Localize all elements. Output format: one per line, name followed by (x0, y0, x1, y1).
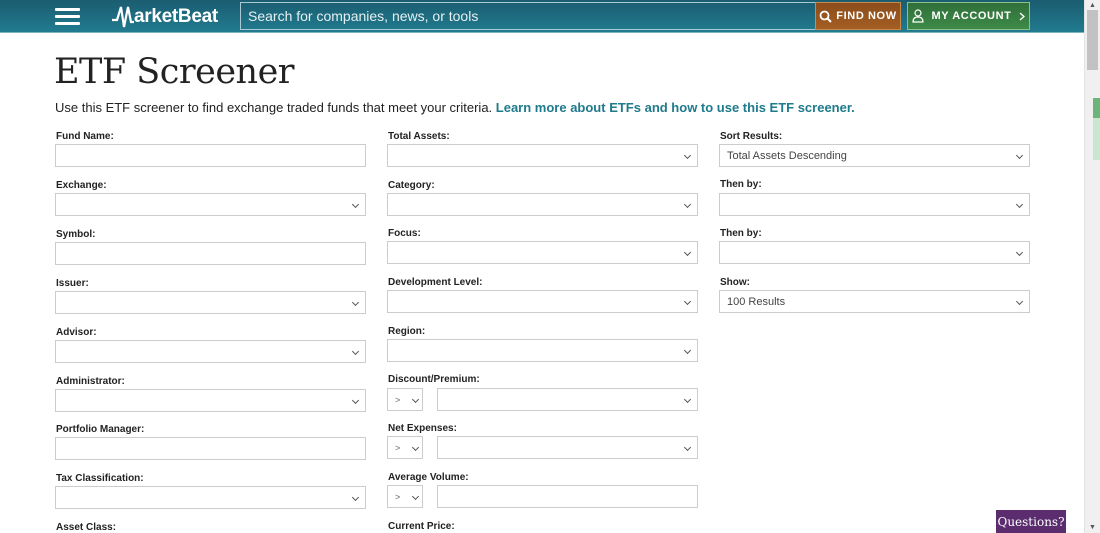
development-level-select[interactable] (387, 290, 698, 313)
exchange-label: Exchange: (56, 180, 107, 191)
focus-label: Focus: (388, 228, 421, 239)
then-by-select-2[interactable] (719, 241, 1030, 264)
advisor-label: Advisor: (56, 327, 97, 338)
net-expenses-value-select[interactable] (437, 436, 698, 459)
find-now-label: FIND NOW (836, 10, 897, 22)
issuer-label: Issuer: (56, 278, 89, 289)
average-volume-label: Average Volume: (388, 472, 469, 483)
search-icon (819, 10, 833, 23)
symbol-input[interactable] (55, 242, 366, 265)
average-volume-input[interactable] (437, 485, 698, 508)
scrollbar-thumb[interactable] (1087, 10, 1098, 70)
user-icon (911, 9, 924, 23)
region-select[interactable] (387, 339, 698, 362)
sort-results-select[interactable]: Total Assets Descending (719, 144, 1030, 167)
then-by-label-1: Then by: (720, 179, 762, 190)
total-assets-select[interactable] (387, 144, 698, 167)
page-scrollbar[interactable]: ▲ ▼ (1084, 0, 1100, 533)
show-label: Show: (720, 277, 750, 288)
show-results-select[interactable]: 100 Results (719, 290, 1030, 313)
side-feedback-tab-light[interactable] (1093, 118, 1100, 160)
side-feedback-tab[interactable] (1093, 98, 1100, 118)
symbol-label: Symbol: (56, 229, 96, 240)
pulse-m-icon (112, 6, 134, 27)
advisor-select[interactable] (55, 340, 366, 363)
tax-classification-label: Tax Classification: (56, 473, 144, 484)
scroll-down-arrow-icon[interactable]: ▼ (1089, 524, 1096, 531)
then-by-select-1[interactable] (719, 193, 1030, 216)
current-price-label: Current Price: (388, 521, 455, 532)
net-expenses-operator-select[interactable]: > (387, 436, 423, 459)
portfolio-manager-input[interactable] (55, 437, 366, 460)
find-now-button[interactable]: FIND NOW (815, 2, 901, 30)
focus-select[interactable] (387, 241, 698, 264)
intro-paragraph: Use this ETF screener to find exchange t… (55, 100, 855, 115)
category-select[interactable] (387, 193, 698, 216)
intro-text: Use this ETF screener to find exchange t… (55, 100, 496, 115)
search-input[interactable] (240, 2, 816, 30)
fund-name-label: Fund Name: (56, 131, 114, 142)
marketbeat-logo[interactable]: arketBeat (112, 4, 218, 29)
exchange-select[interactable] (55, 193, 366, 216)
administrator-select[interactable] (55, 389, 366, 412)
net-expenses-label: Net Expenses: (388, 423, 457, 434)
total-assets-label: Total Assets: (388, 131, 450, 142)
category-label: Category: (388, 180, 435, 191)
then-by-label-2: Then by: (720, 228, 762, 239)
discount-premium-value-select[interactable] (437, 388, 698, 411)
region-label: Region: (388, 326, 426, 337)
discount-premium-operator-select[interactable]: > (387, 388, 423, 411)
administrator-label: Administrator: (56, 376, 125, 387)
chevron-right-icon (1020, 12, 1026, 20)
logo-text: arketBeat (134, 5, 218, 27)
fund-name-input[interactable] (55, 144, 366, 167)
questions-button[interactable]: Questions? (996, 510, 1066, 533)
portfolio-manager-label: Portfolio Manager: (56, 424, 145, 435)
learn-more-link[interactable]: Learn more about ETFs and how to use thi… (496, 100, 855, 115)
average-volume-operator-select[interactable]: > (387, 485, 423, 508)
my-account-button[interactable]: MY ACCOUNT (907, 2, 1030, 30)
page-title: ETF Screener (54, 52, 295, 92)
asset-class-label: Asset Class: (56, 522, 117, 533)
sort-results-label: Sort Results: (720, 131, 783, 142)
development-level-label: Development Level: (388, 277, 483, 288)
top-navigation-bar: arketBeat FIND NOW MY ACCOUNT (0, 0, 1084, 33)
my-account-label: MY ACCOUNT (931, 10, 1012, 22)
hamburger-menu-icon[interactable] (55, 8, 80, 25)
tax-classification-select[interactable] (55, 486, 366, 509)
scroll-up-arrow-icon[interactable]: ▲ (1089, 2, 1096, 9)
issuer-select[interactable] (55, 291, 366, 314)
discount-premium-label: Discount/Premium: (388, 374, 480, 385)
